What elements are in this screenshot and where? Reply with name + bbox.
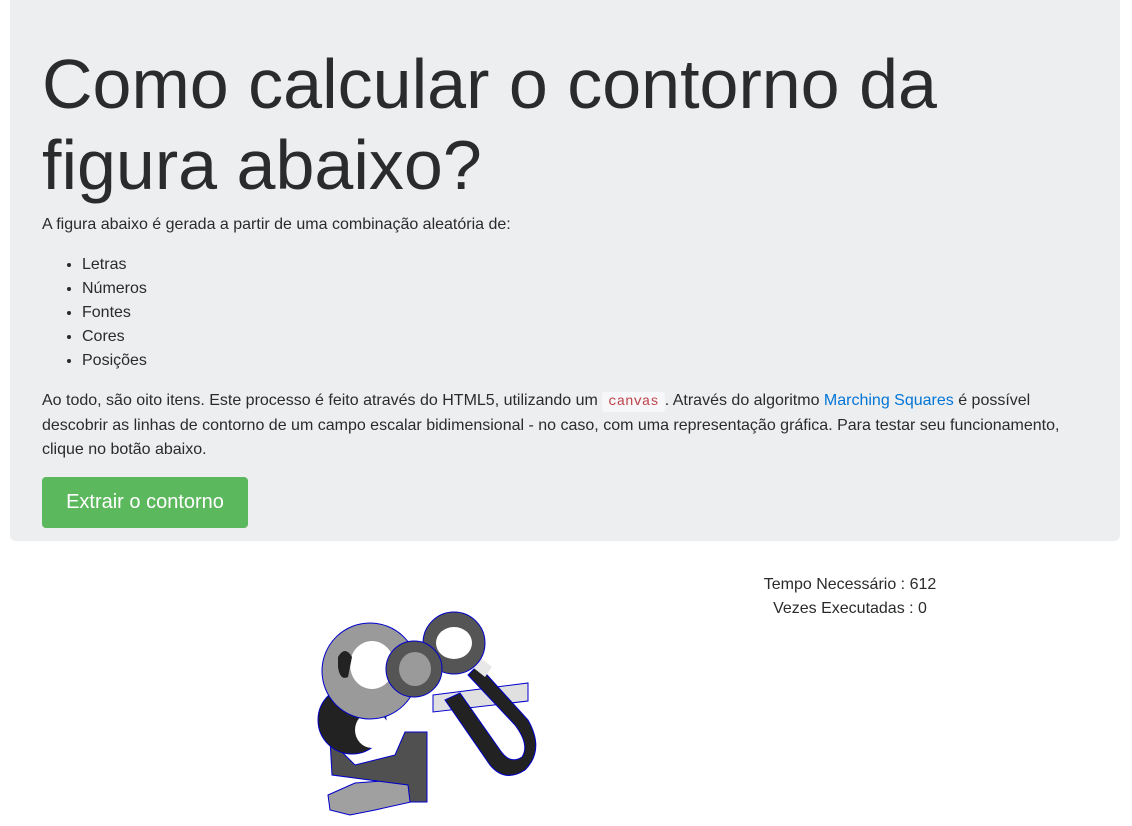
times-executed: Vezes Executadas : 0 — [773, 600, 927, 617]
description-text: Ao todo, são oito itens. Este processo é… — [42, 389, 1088, 462]
list-item: Números — [82, 277, 147, 301]
items-list: Letras Números Fontes Cores Posições — [42, 253, 147, 373]
stats-panel: Tempo Necessário : 612 Vezes Executadas … — [700, 573, 1000, 621]
intro-text: A figura abaixo é gerada a partir de uma… — [42, 216, 511, 233]
shape-letter-u — [444, 664, 537, 776]
figure-canvas — [300, 605, 560, 821]
canvas-code: canvas — [602, 392, 665, 412]
shape-dark-ring-middle-hole — [399, 652, 431, 686]
desc-part1: Ao todo, são oito itens. Este processo é… — [42, 392, 603, 409]
list-item: Fontes — [82, 301, 147, 325]
page-title: Como calcular o contorno da figura abaix… — [42, 45, 937, 204]
desc-part2: . Através do algoritmo — [664, 392, 824, 409]
shape-dark-ring-top-hole — [436, 627, 472, 659]
list-item: Letras — [82, 253, 147, 277]
marching-squares-link[interactable]: Marching Squares — [824, 392, 954, 409]
jumbotron: Como calcular o contorno da figura abaix… — [10, 0, 1120, 541]
extract-contour-button[interactable]: Extrair o contorno — [42, 477, 248, 528]
time-needed: Tempo Necessário : 612 — [763, 576, 937, 593]
list-item: Cores — [82, 325, 147, 349]
list-item: Posições — [82, 349, 147, 373]
random-shapes-figure — [317, 611, 537, 816]
